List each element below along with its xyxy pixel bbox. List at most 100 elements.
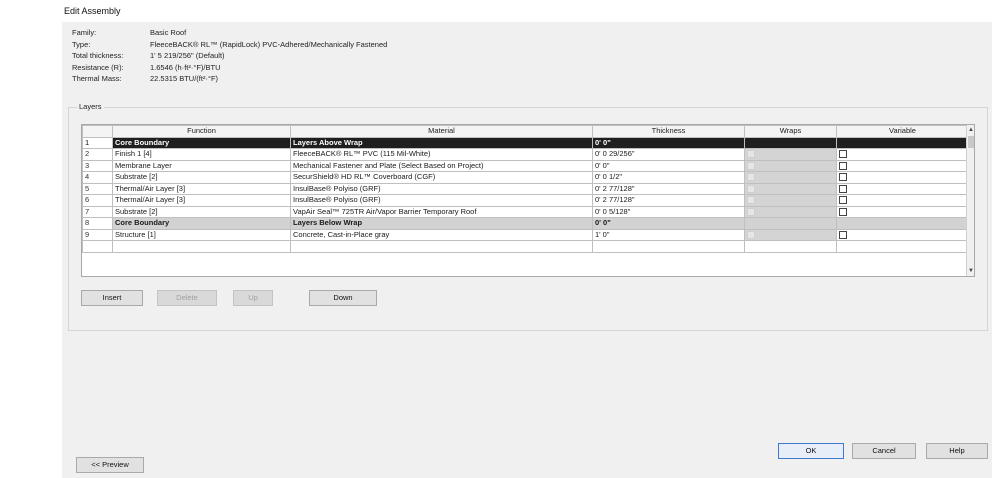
layer-variable[interactable] (836, 228, 969, 241)
total-thickness-value: 1' 5 219/256" (Default) (150, 51, 225, 60)
layer-material[interactable]: Concrete, Cast-in-Place gray (290, 228, 593, 241)
column-header-wraps[interactable]: Wraps (744, 125, 837, 138)
layer-thickness[interactable]: 0' 0 29/256" (592, 148, 745, 161)
layer-function[interactable]: Finish 1 [4] (112, 148, 291, 161)
empty-cell (112, 240, 291, 253)
layer-number[interactable]: 3 (82, 159, 113, 172)
column-header-function[interactable]: Function (112, 125, 291, 138)
layer-number[interactable]: 9 (82, 228, 113, 241)
variable-checkbox[interactable] (839, 150, 847, 159)
insert-button[interactable]: Insert (81, 290, 143, 306)
layer-row[interactable]: 9 Structure [1] Concrete, Cast-in-Place … (82, 228, 969, 241)
layer-function[interactable]: Structure [1] (112, 228, 291, 241)
layer-variable[interactable] (836, 148, 969, 161)
layer-function[interactable]: Membrane Layer (112, 159, 291, 172)
layer-variable[interactable] (836, 194, 969, 207)
layer-thickness[interactable]: 0' 0" (592, 159, 745, 172)
column-header-thickness[interactable]: Thickness (592, 125, 745, 138)
variable-checkbox[interactable] (839, 184, 847, 193)
layer-wraps (744, 171, 837, 184)
down-button[interactable]: Down (309, 290, 377, 306)
layer-thickness[interactable]: 0' 2 77/128" (592, 194, 745, 207)
delete-button[interactable]: Delete (157, 290, 217, 306)
layer-row[interactable]: 1 Core Boundary Layers Above Wrap 0' 0" (82, 136, 969, 149)
layer-number[interactable]: 6 (82, 194, 113, 207)
layer-material[interactable]: VapAir Seal™ 725TR Air/Vapor Barrier Tem… (290, 205, 593, 218)
layer-number[interactable]: 4 (82, 171, 113, 184)
scrollbar-thumb[interactable] (968, 136, 974, 148)
layers-group: Layers Function Material Thickness Wraps… (68, 102, 988, 331)
layer-thickness[interactable]: 0' 0 1/2" (592, 171, 745, 184)
layer-function[interactable]: Substrate [2] (112, 171, 291, 184)
layer-thickness[interactable]: 0' 0 5/128" (592, 205, 745, 218)
variable-checkbox[interactable] (839, 161, 847, 170)
chevron-down-icon[interactable]: ▼ (967, 266, 974, 276)
layer-row[interactable]: 7 Substrate [2] VapAir Seal™ 725TR Air/V… (82, 205, 969, 218)
layer-material[interactable]: Mechanical Fastener and Plate (Select Ba… (290, 159, 593, 172)
layer-row[interactable]: 5 Thermal/Air Layer [3] InsulBase® Polyi… (82, 182, 969, 195)
wraps-checkbox (747, 230, 755, 239)
variable-checkbox[interactable] (839, 173, 847, 182)
layer-material[interactable]: InsulBase® Polyiso (GRF) (290, 194, 593, 207)
cancel-button[interactable]: Cancel (852, 443, 916, 459)
layer-variable[interactable] (836, 205, 969, 218)
layers-table: Function Material Thickness Wraps Variab… (82, 125, 969, 253)
layer-wraps (744, 182, 837, 195)
thermal-mass-label: Thermal Mass: (72, 74, 122, 83)
chevron-up-icon[interactable]: ▲ (967, 125, 974, 135)
layer-wraps (744, 194, 837, 207)
layer-variable (836, 217, 969, 230)
wraps-checkbox (747, 150, 755, 159)
layer-function[interactable]: Thermal/Air Layer [3] (112, 182, 291, 195)
layer-thickness[interactable]: 0' 0" (592, 217, 745, 230)
layer-function[interactable]: Core Boundary (112, 136, 291, 149)
layer-variable[interactable] (836, 159, 969, 172)
layer-material[interactable]: InsulBase® Polyiso (GRF) (290, 182, 593, 195)
layer-number[interactable]: 8 (82, 217, 113, 230)
layer-material[interactable]: Layers Above Wrap (290, 136, 593, 149)
variable-checkbox[interactable] (839, 196, 847, 205)
empty-cell (592, 240, 745, 253)
layer-variable[interactable] (836, 182, 969, 195)
column-header-variable[interactable]: Variable (836, 125, 969, 138)
wraps-checkbox (747, 207, 755, 216)
layer-number[interactable]: 7 (82, 205, 113, 218)
layer-function[interactable]: Substrate [2] (112, 205, 291, 218)
layer-variable[interactable] (836, 171, 969, 184)
layer-thickness[interactable]: 0' 0" (592, 136, 745, 149)
layer-row[interactable]: 6 Thermal/Air Layer [3] InsulBase® Polyi… (82, 194, 969, 207)
layer-function[interactable]: Core Boundary (112, 217, 291, 230)
type-label: Type: (72, 39, 91, 49)
wraps-checkbox (747, 184, 755, 193)
variable-checkbox[interactable] (839, 230, 847, 239)
layer-number[interactable]: 1 (82, 136, 113, 149)
preview-button[interactable]: << Preview (76, 457, 144, 473)
layer-wraps (744, 159, 837, 172)
layer-wraps (744, 217, 837, 230)
layer-material[interactable]: FleeceBACK® RL™ PVC (115 Mil-White) (290, 148, 593, 161)
resistance-label: Resistance (R): (72, 62, 124, 72)
up-button[interactable]: Up (233, 290, 273, 306)
column-header-material[interactable]: Material (290, 125, 593, 138)
ok-button[interactable]: OK (778, 443, 844, 459)
layer-function[interactable]: Thermal/Air Layer [3] (112, 194, 291, 207)
wraps-checkbox (747, 196, 755, 205)
layer-row[interactable]: 3 Membrane Layer Mechanical Fastener and… (82, 159, 969, 172)
layer-variable (836, 136, 969, 149)
layer-row[interactable]: 4 Substrate [2] SecurShield® HD RL™ Cove… (82, 171, 969, 184)
layers-grid[interactable]: Function Material Thickness Wraps Variab… (81, 124, 975, 277)
layer-number[interactable]: 5 (82, 182, 113, 195)
layer-thickness[interactable]: 1' 0" (592, 228, 745, 241)
layer-row[interactable]: 8 Core Boundary Layers Below Wrap 0' 0" (82, 217, 969, 230)
layer-thickness[interactable]: 0' 2 77/128" (592, 182, 745, 195)
family-value: Basic Roof (150, 28, 187, 37)
layer-row[interactable]: 2 Finish 1 [4] FleeceBACK® RL™ PVC (115 … (82, 148, 969, 161)
layer-wraps (744, 228, 837, 241)
layers-scrollbar[interactable]: ▲ ▼ (966, 125, 974, 276)
help-button[interactable]: Help (926, 443, 988, 459)
wraps-checkbox (747, 173, 755, 182)
layer-number[interactable]: 2 (82, 148, 113, 161)
variable-checkbox[interactable] (839, 207, 847, 216)
layer-material[interactable]: SecurShield® HD RL™ Coverboard (CGF) (290, 171, 593, 184)
layer-material[interactable]: Layers Below Wrap (290, 217, 593, 230)
